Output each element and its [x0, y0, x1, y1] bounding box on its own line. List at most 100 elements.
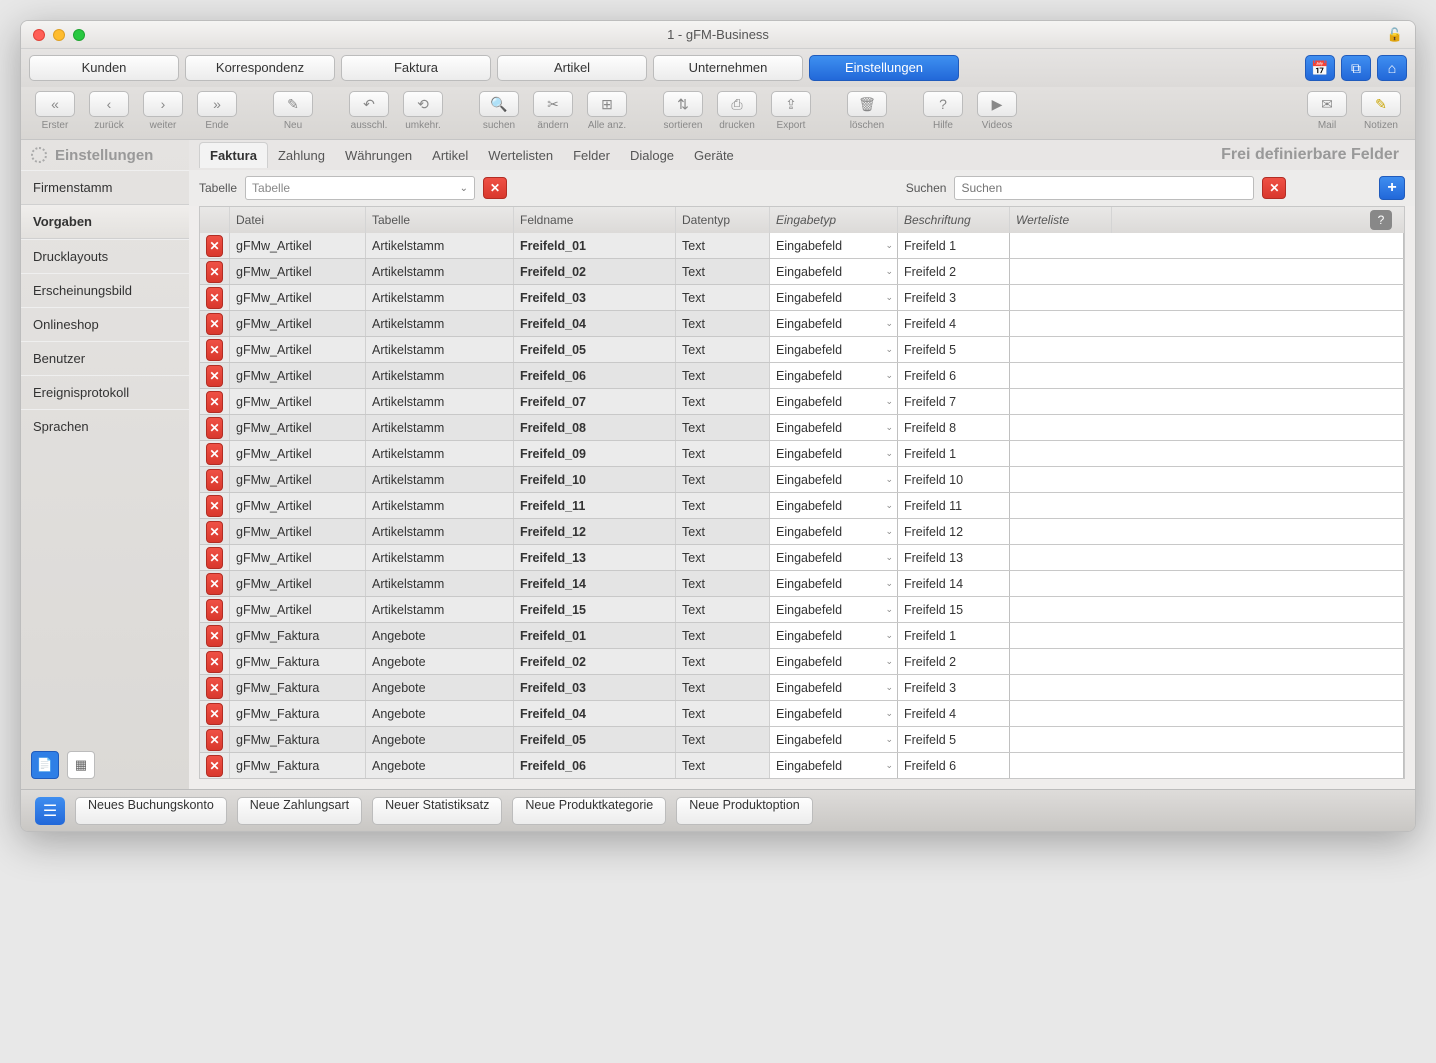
table-row[interactable]: ✕gFMw_ArtikelArtikelstammFreifeld_14Text… — [200, 571, 1404, 597]
cell-beschriftung[interactable]: Freifeld 2 — [898, 259, 1010, 284]
tool-ende[interactable]: »Ende — [191, 91, 243, 131]
cell-eingabetyp[interactable]: Eingabefeld⌄ — [770, 493, 898, 518]
subtab-felder[interactable]: Felder — [563, 143, 620, 168]
delete-row-button[interactable]: ✕ — [206, 443, 223, 465]
col-beschriftung[interactable]: Beschriftung — [898, 207, 1010, 233]
cell-werteliste[interactable] — [1010, 389, 1404, 414]
cell-werteliste[interactable] — [1010, 649, 1404, 674]
cell-eingabetyp[interactable]: Eingabefeld⌄ — [770, 623, 898, 648]
tool-drucken[interactable]: ⎙drucken — [711, 91, 763, 131]
cell-beschriftung[interactable]: Freifeld 8 — [898, 415, 1010, 440]
delete-row-button[interactable]: ✕ — [206, 755, 223, 777]
delete-row-button[interactable]: ✕ — [206, 495, 223, 517]
tool-mail[interactable]: ✉Mail — [1301, 91, 1353, 131]
col-eingabetyp[interactable]: Eingabetyp — [770, 207, 898, 233]
cell-eingabetyp[interactable]: Eingabefeld⌄ — [770, 285, 898, 310]
table-row[interactable]: ✕gFMw_ArtikelArtikelstammFreifeld_01Text… — [200, 233, 1404, 259]
nav-einstellungen[interactable]: Einstellungen — [809, 55, 959, 81]
nav-faktura[interactable]: Faktura — [341, 55, 491, 81]
cell-beschriftung[interactable]: Freifeld 10 — [898, 467, 1010, 492]
col-datentyp[interactable]: Datentyp — [676, 207, 770, 233]
cell-werteliste[interactable] — [1010, 441, 1404, 466]
table-row[interactable]: ✕gFMw_ArtikelArtikelstammFreifeld_03Text… — [200, 285, 1404, 311]
cell-eingabetyp[interactable]: Eingabefeld⌄ — [770, 597, 898, 622]
tool-umkehr[interactable]: ⟲umkehr. — [397, 91, 449, 131]
delete-row-button[interactable]: ✕ — [206, 417, 223, 439]
sidebar-item-drucklayouts[interactable]: Drucklayouts — [21, 239, 189, 273]
delete-row-button[interactable]: ✕ — [206, 677, 223, 699]
cell-werteliste[interactable] — [1010, 363, 1404, 388]
table-row[interactable]: ✕gFMw_ArtikelArtikelstammFreifeld_05Text… — [200, 337, 1404, 363]
delete-row-button[interactable]: ✕ — [206, 599, 223, 621]
cell-werteliste[interactable] — [1010, 337, 1404, 362]
delete-row-button[interactable]: ✕ — [206, 365, 223, 387]
delete-row-button[interactable]: ✕ — [206, 547, 223, 569]
nav-korrespondenz[interactable]: Korrespondenz — [185, 55, 335, 81]
cell-eingabetyp[interactable]: Eingabefeld⌄ — [770, 753, 898, 778]
cell-beschriftung[interactable]: Freifeld 7 — [898, 389, 1010, 414]
cell-beschriftung[interactable]: Freifeld 11 — [898, 493, 1010, 518]
footer-btn-neue-produktoption[interactable]: Neue Produktoption — [676, 797, 813, 825]
cell-werteliste[interactable] — [1010, 259, 1404, 284]
cell-beschriftung[interactable]: Freifeld 5 — [898, 337, 1010, 362]
cell-beschriftung[interactable]: Freifeld 3 — [898, 285, 1010, 310]
tool-alle anz[interactable]: ⊞Alle anz. — [581, 91, 633, 131]
cell-beschriftung[interactable]: Freifeld 6 — [898, 753, 1010, 778]
tool-hilfe[interactable]: ?Hilfe — [917, 91, 969, 131]
subtab-geräte[interactable]: Geräte — [684, 143, 744, 168]
delete-row-button[interactable]: ✕ — [206, 651, 223, 673]
table-row[interactable]: ✕gFMw_ArtikelArtikelstammFreifeld_06Text… — [200, 363, 1404, 389]
cell-werteliste[interactable] — [1010, 753, 1404, 778]
add-row-button[interactable]: + — [1379, 176, 1405, 200]
subtab-wertelisten[interactable]: Wertelisten — [478, 143, 563, 168]
footer-btn-neues-buchungskonto[interactable]: Neues Buchungskonto — [75, 797, 227, 825]
subtab-währungen[interactable]: Währungen — [335, 143, 422, 168]
cell-eingabetyp[interactable]: Eingabefeld⌄ — [770, 701, 898, 726]
cell-werteliste[interactable] — [1010, 311, 1404, 336]
tool-weiter[interactable]: ›weiter — [137, 91, 189, 131]
cell-werteliste[interactable] — [1010, 233, 1404, 258]
cell-beschriftung[interactable]: Freifeld 3 — [898, 675, 1010, 700]
table-row[interactable]: ✕gFMw_FakturaAngeboteFreifeld_03TextEing… — [200, 675, 1404, 701]
nav-artikel[interactable]: Artikel — [497, 55, 647, 81]
table-row[interactable]: ✕gFMw_FakturaAngeboteFreifeld_05TextEing… — [200, 727, 1404, 753]
delete-row-button[interactable]: ✕ — [206, 703, 223, 725]
cell-werteliste[interactable] — [1010, 415, 1404, 440]
col-tabelle[interactable]: Tabelle — [366, 207, 514, 233]
cell-eingabetyp[interactable]: Eingabefeld⌄ — [770, 467, 898, 492]
tool-sortieren[interactable]: ⇅sortieren — [657, 91, 709, 131]
tool-ändern[interactable]: ✂ändern — [527, 91, 579, 131]
nav-kunden[interactable]: Kunden — [29, 55, 179, 81]
nav-unternehmen[interactable]: Unternehmen — [653, 55, 803, 81]
cell-werteliste[interactable] — [1010, 675, 1404, 700]
tool-zurück[interactable]: ‹zurück — [83, 91, 135, 131]
tool-videos[interactable]: ▶Videos — [971, 91, 1023, 131]
cell-beschriftung[interactable]: Freifeld 5 — [898, 727, 1010, 752]
subtab-zahlung[interactable]: Zahlung — [268, 143, 335, 168]
col-datei[interactable]: Datei — [230, 207, 366, 233]
footer-btn-neue-produktkategorie[interactable]: Neue Produktkategorie — [512, 797, 666, 825]
delete-row-button[interactable]: ✕ — [206, 313, 223, 335]
cell-eingabetyp[interactable]: Eingabefeld⌄ — [770, 363, 898, 388]
cell-werteliste[interactable] — [1010, 545, 1404, 570]
cell-eingabetyp[interactable]: Eingabefeld⌄ — [770, 675, 898, 700]
table-row[interactable]: ✕gFMw_ArtikelArtikelstammFreifeld_10Text… — [200, 467, 1404, 493]
cell-beschriftung[interactable]: Freifeld 13 — [898, 545, 1010, 570]
table-row[interactable]: ✕gFMw_ArtikelArtikelstammFreifeld_15Text… — [200, 597, 1404, 623]
lock-icon[interactable]: 🔓 — [1387, 27, 1403, 43]
help-icon[interactable]: ? — [1370, 210, 1392, 230]
cell-werteliste[interactable] — [1010, 519, 1404, 544]
cell-eingabetyp[interactable]: Eingabefeld⌄ — [770, 389, 898, 414]
cell-werteliste[interactable] — [1010, 571, 1404, 596]
delete-row-button[interactable]: ✕ — [206, 339, 223, 361]
subtab-dialoge[interactable]: Dialoge — [620, 143, 684, 168]
tool-neu[interactable]: ✎Neu — [267, 91, 319, 131]
sidebar-item-firmenstamm[interactable]: Firmenstamm — [21, 170, 189, 204]
cell-beschriftung[interactable]: Freifeld 2 — [898, 649, 1010, 674]
cell-eingabetyp[interactable]: Eingabefeld⌄ — [770, 519, 898, 544]
sidebar-item-vorgaben[interactable]: Vorgaben — [21, 204, 189, 239]
cell-beschriftung[interactable]: Freifeld 12 — [898, 519, 1010, 544]
table-row[interactable]: ✕gFMw_ArtikelArtikelstammFreifeld_04Text… — [200, 311, 1404, 337]
delete-row-button[interactable]: ✕ — [206, 469, 223, 491]
delete-row-button[interactable]: ✕ — [206, 287, 223, 309]
